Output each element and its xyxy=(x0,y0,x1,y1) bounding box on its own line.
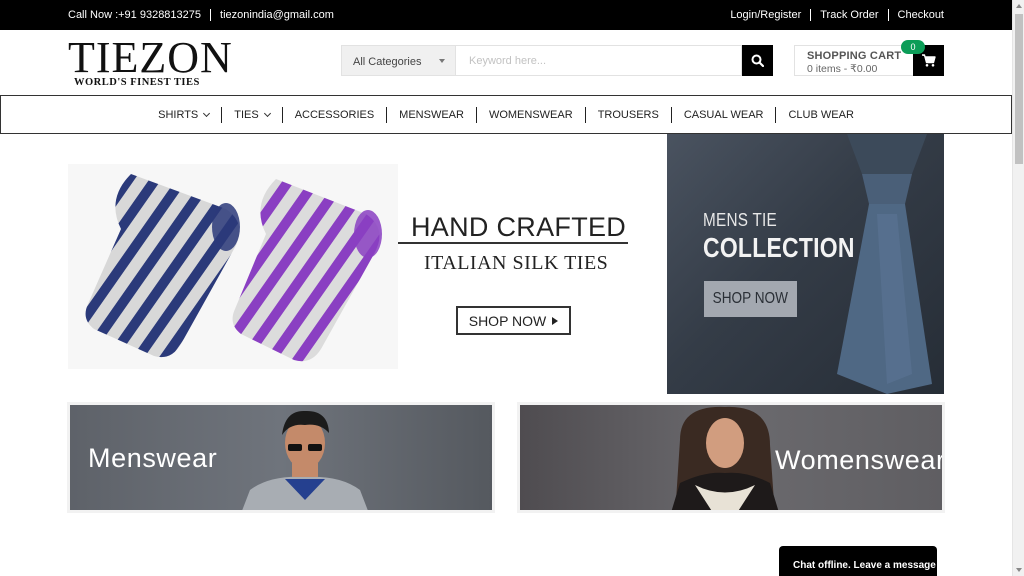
menswear-label: Menswear xyxy=(88,443,218,473)
nav-item-trousers[interactable]: TROUSERS xyxy=(584,106,671,123)
nav-item-accessories[interactable]: ACCESSORIES xyxy=(281,106,386,123)
scroll-down-icon[interactable] xyxy=(1016,568,1022,572)
checkout-link[interactable]: Checkout xyxy=(898,9,944,21)
page: Call Now :+91 9328813275 tiezonindia@gma… xyxy=(0,0,1024,576)
silk-ties-image xyxy=(85,174,382,362)
hero-shop-now-button[interactable]: SHOP NOW xyxy=(456,306,571,335)
search-icon xyxy=(751,54,764,67)
side-banner-line2: COLLECTION xyxy=(703,232,855,263)
phone-number: Call Now :+91 9328813275 xyxy=(68,9,202,21)
nav-item-label: SHIRTS xyxy=(158,108,199,121)
nav-item-label: CLUB WEAR xyxy=(788,108,854,121)
menswear-tile[interactable]: Menswear xyxy=(67,402,495,513)
nav-item-menswear[interactable]: MENSWEAR xyxy=(386,106,476,123)
contact-info: Call Now :+91 9328813275 tiezonindia@gma… xyxy=(68,9,334,21)
womenswear-label: Womenswear xyxy=(775,445,945,475)
side-banner-cta-label: SHOP NOW xyxy=(712,290,789,307)
nav-item-label: CASUAL WEAR xyxy=(683,108,764,121)
login-register-link[interactable]: Login/Register xyxy=(730,9,801,21)
divider xyxy=(210,9,212,21)
nav-item-casual-wear[interactable]: CASUAL WEAR xyxy=(670,106,776,123)
cart-icon xyxy=(921,54,936,67)
top-bar: Call Now :+91 9328813275 tiezonindia@gma… xyxy=(0,0,1012,30)
nav-item-label: TROUSERS xyxy=(597,108,659,121)
nav-item-club-wear[interactable]: CLUB WEAR xyxy=(775,106,865,123)
necktie-image xyxy=(837,134,932,394)
divider xyxy=(887,9,889,21)
divider xyxy=(810,9,812,21)
nav-item-shirts[interactable]: SHIRTS xyxy=(146,107,221,123)
site-logo[interactable]: TIEZON WORLD'S FINEST TIES xyxy=(68,33,233,89)
hero-headline: HAND CRAFTED xyxy=(411,212,627,242)
nav-item-label: MENSWEAR xyxy=(399,108,464,121)
play-arrow-icon xyxy=(552,316,559,325)
search-bar: All Categories xyxy=(341,45,773,76)
nav-item-womenswear[interactable]: WOMENSWEAR xyxy=(475,106,585,123)
category-select[interactable]: All Categories xyxy=(341,45,456,76)
account-links: Login/Register Track Order Checkout xyxy=(730,9,944,21)
hero-cta-label: SHOP NOW xyxy=(468,312,547,329)
shopping-cart[interactable]: SHOPPING CART 0 items - ₹0.00 0 xyxy=(794,40,944,76)
side-banner-shop-now-button[interactable]: SHOP NOW xyxy=(704,281,797,317)
hero-subheadline: ITALIAN SILK TIES xyxy=(424,252,609,274)
category-select-value: All Categories xyxy=(353,56,422,68)
nav-item-label: WOMENSWEAR xyxy=(488,108,573,121)
scrollbar-thumb[interactable] xyxy=(1015,14,1023,164)
cart-count-badge: 0 xyxy=(901,40,925,54)
page-scrollbar[interactable] xyxy=(1012,0,1024,576)
mens-tie-collection-banner[interactable]: MENS TIE COLLECTION SHOP NOW xyxy=(667,134,944,394)
hero-banner[interactable]: HAND CRAFTED ITALIAN SILK TIES SHOP NOW xyxy=(68,134,645,369)
side-banner-line1: MENS TIE xyxy=(703,210,778,230)
search-input[interactable] xyxy=(456,45,742,76)
cart-title: SHOPPING CART xyxy=(807,50,902,62)
track-order-link[interactable]: Track Order xyxy=(820,9,878,21)
chevron-down-icon xyxy=(263,109,271,117)
chevron-down-icon xyxy=(203,109,211,117)
male-model-image xyxy=(242,410,368,510)
logo-tagline: WORLD'S FINEST TIES xyxy=(74,77,200,88)
search-button[interactable] xyxy=(742,45,773,76)
cart-summary: 0 items - ₹0.00 xyxy=(807,63,878,75)
womenswear-tile[interactable]: Womenswear xyxy=(517,402,945,513)
nav-item-ties[interactable]: TIES xyxy=(221,106,281,123)
logo-brand: TIEZON xyxy=(68,33,233,82)
chevron-down-icon xyxy=(439,59,445,63)
hero-divider xyxy=(398,242,628,244)
female-model-image xyxy=(671,406,779,510)
chat-widget[interactable]: Chat offline. Leave a message xyxy=(779,546,937,576)
nav-item-label: TIES xyxy=(234,108,259,121)
email-link[interactable]: tiezonindia@gmail.com xyxy=(220,9,334,21)
nav-item-label: ACCESSORIES xyxy=(294,108,375,121)
main-nav: SHIRTS TIES ACCESSORIES MENSWEAR WOMENSW… xyxy=(0,95,1012,134)
scroll-up-icon[interactable] xyxy=(1016,4,1022,8)
